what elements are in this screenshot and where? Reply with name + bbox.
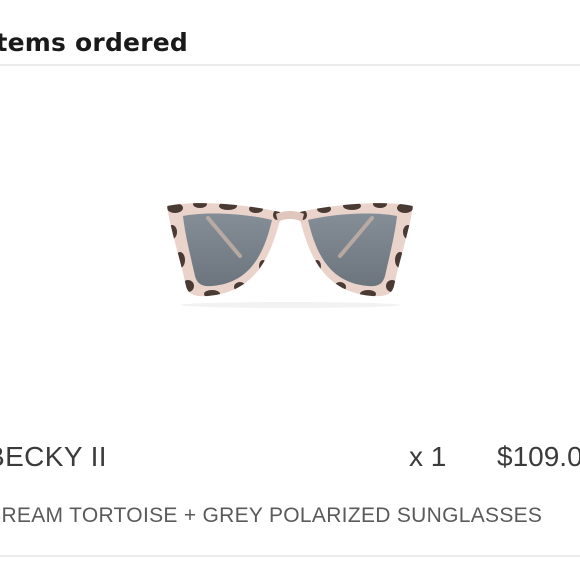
- section-title: Items ordered: [0, 28, 188, 57]
- section-divider: [0, 64, 580, 66]
- product-name[interactable]: BECKY II: [0, 441, 107, 473]
- product-price: $109.00: [497, 441, 580, 472]
- product-image[interactable]: [150, 188, 430, 310]
- sunglasses-icon: [167, 203, 413, 308]
- product-description: CREAM TORTOISE + GREY POLARIZED SUNGLASS…: [0, 504, 543, 527]
- product-quantity: x 1: [409, 441, 447, 472]
- item-divider: [0, 555, 580, 557]
